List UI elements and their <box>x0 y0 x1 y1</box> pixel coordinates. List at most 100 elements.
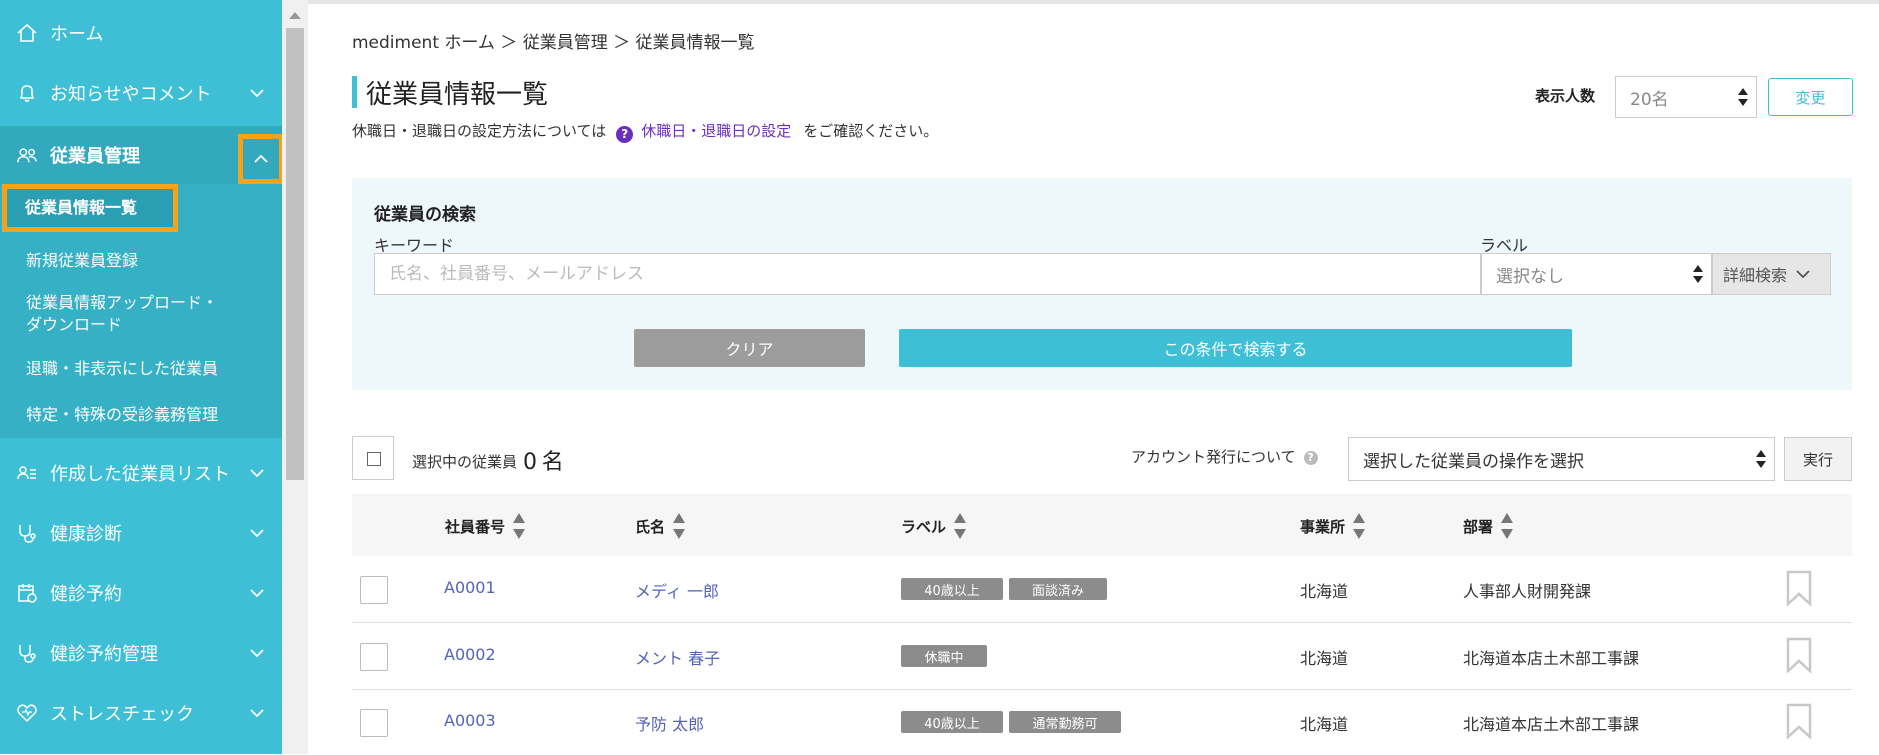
help-icon[interactable]: ? <box>1303 451 1318 465</box>
title-accent-bar <box>352 76 357 108</box>
account-issue-text: アカウント発行について <box>1131 448 1296 466</box>
chevron-down-icon <box>250 709 264 718</box>
info-prefix: 休職日・退職日の設定方法については <box>352 122 607 140</box>
calendar-icon <box>16 582 38 604</box>
account-issue-label: アカウント発行について? <box>1131 446 1318 467</box>
checkbox-mark <box>367 452 381 466</box>
change-button[interactable]: 変更 <box>1768 78 1853 116</box>
column-header-employee-id[interactable]: 社員番号 <box>445 513 526 539</box>
submenu-retired-employees[interactable]: 退職・非表示にした従業員 <box>26 358 218 380</box>
heart-icon <box>16 702 38 724</box>
chevron-up-icon <box>254 154 268 163</box>
table-row: A0003 予防 太郎 40歳以上 通常勤務可 北海道 北海道本店土木部工事課 <box>352 689 1852 755</box>
office-cell: 北海道 <box>1300 715 1349 734</box>
breadcrumb[interactable]: mediment ホーム ＞ 従業員管理 ＞ 従業員情報一覧 <box>352 28 755 53</box>
sidebar: ホーム お知らせやコメント 従業員管理 新規従業員登録 従業員情報アップロード・… <box>0 0 282 754</box>
info-suffix: をご確認ください。 <box>803 122 939 140</box>
employee-id-link[interactable]: A0003 <box>444 711 496 730</box>
sidebar-item-label: 従業員管理 <box>50 146 140 167</box>
header-label: 社員番号 <box>445 517 506 536</box>
stethoscope-icon <box>16 642 38 664</box>
display-count-label: 表示人数 <box>1535 87 1596 105</box>
sidebar-item-label: 作成した従業員リスト <box>50 464 230 485</box>
bulk-action-select[interactable]: 選択した従業員の操作を選択 <box>1348 437 1775 481</box>
search-button[interactable]: この条件で検索する <box>899 329 1572 367</box>
table-row: A0002 メント 春子 休職中 北海道 北海道本店土木部工事課 <box>352 623 1852 690</box>
info-link[interactable]: 休職日・退職日の設定 <box>641 122 791 140</box>
table-header <box>352 494 1852 556</box>
detail-search-button[interactable]: 詳細検索 <box>1712 253 1831 295</box>
bookmark-icon[interactable] <box>1786 703 1812 739</box>
submenu-new-employee[interactable]: 新規従業員登録 <box>26 250 138 272</box>
select-arrows-icon <box>1738 87 1748 107</box>
sidebar-item-health-checkup[interactable]: 健康診断 <box>0 504 282 562</box>
employee-name-link[interactable]: メント 春子 <box>635 645 720 669</box>
display-count-select[interactable]: 20名 <box>1615 76 1757 118</box>
column-header-office[interactable]: 事業所 <box>1300 513 1366 539</box>
label-tag: 休職中 <box>901 645 987 667</box>
keyword-input[interactable] <box>374 253 1481 295</box>
employee-name-link[interactable]: 予防 太郎 <box>635 711 704 735</box>
sidebar-item-reservation-management[interactable]: 健診予約管理 <box>0 624 282 682</box>
department-cell: 人事部人財開発課 <box>1463 582 1592 601</box>
sort-icon[interactable] <box>954 513 967 539</box>
sidebar-item-notifications[interactable]: お知らせやコメント <box>0 64 282 122</box>
chevron-down-icon <box>250 589 264 598</box>
sort-icon[interactable] <box>1353 513 1366 539</box>
sidebar-item-created-lists[interactable]: 作成した従業員リスト <box>0 444 282 502</box>
chevron-down-icon <box>250 469 264 478</box>
submenu-employee-list[interactable]: 従業員情報一覧 <box>2 184 178 232</box>
sort-icon[interactable] <box>513 513 526 539</box>
bookmark-icon[interactable] <box>1786 570 1812 606</box>
label-tag: 40歳以上 <box>901 578 1003 600</box>
sidebar-item-label: 健康診断 <box>50 524 122 545</box>
sidebar-item-label: ストレスチェック <box>50 704 194 725</box>
bookmark-icon[interactable] <box>1786 637 1812 673</box>
column-header-department[interactable]: 部署 <box>1463 513 1514 539</box>
label-select[interactable]: 選択なし <box>1481 253 1712 295</box>
run-button[interactable]: 実行 <box>1784 437 1852 481</box>
employee-id-link[interactable]: A0001 <box>444 578 496 597</box>
info-line: 休職日・退職日の設定方法については? 休職日・退職日の設定 をご確認ください。 <box>352 120 938 143</box>
sidebar-item-label: 健診予約管理 <box>50 644 158 665</box>
header-label: 事業所 <box>1300 517 1346 536</box>
sidebar-item-label: ホーム <box>50 24 104 45</box>
row-checkbox[interactable] <box>360 643 388 671</box>
selected-label: 選択中の従業員 <box>412 453 518 471</box>
sidebar-item-checkup-reservation[interactable]: 健診予約 <box>0 564 282 622</box>
select-all-checkbox[interactable] <box>352 436 394 480</box>
select-arrows-icon <box>1693 264 1703 284</box>
bell-icon <box>16 82 38 104</box>
department-cell: 北海道本店土木部工事課 <box>1463 715 1640 734</box>
search-title: 従業員の検索 <box>374 205 476 225</box>
collapse-button[interactable] <box>238 134 282 184</box>
table-row: A0001 メディ 一郎 40歳以上 面談済み 北海道 人事部人財開発課 <box>352 556 1852 623</box>
label-tag: 通常勤務可 <box>1009 711 1121 733</box>
clear-button[interactable]: クリア <box>634 329 865 367</box>
scroll-thumb[interactable] <box>286 28 304 480</box>
header-label: 部署 <box>1463 517 1494 536</box>
display-count-value: 20名 <box>1630 89 1669 110</box>
selected-count: 0 <box>523 450 538 475</box>
selected-unit: 名 <box>541 450 564 475</box>
column-header-name[interactable]: 氏名 <box>635 513 686 539</box>
row-checkbox[interactable] <box>360 576 388 604</box>
column-header-label[interactable]: ラベル <box>901 513 967 539</box>
home-icon <box>16 22 38 44</box>
page-title: 従業員情報一覧 <box>366 80 549 110</box>
sidebar-scrollbar[interactable] <box>282 0 308 754</box>
employee-name-link[interactable]: メディ 一郎 <box>635 578 719 602</box>
submenu-upload-download[interactable]: 従業員情報アップロード・ ダウンロード <box>26 292 218 336</box>
header-label: ラベル <box>901 517 947 536</box>
row-checkbox[interactable] <box>360 709 388 737</box>
header-label: 氏名 <box>635 517 666 536</box>
scroll-up-arrow-icon[interactable] <box>289 12 301 19</box>
employee-id-link[interactable]: A0002 <box>444 645 496 664</box>
submenu-special-exam-management[interactable]: 特定・特殊の受診義務管理 <box>26 404 218 426</box>
sidebar-item-home[interactable]: ホーム <box>0 4 282 62</box>
sidebar-item-stress-check[interactable]: ストレスチェック <box>0 684 282 742</box>
sidebar-item-label: 健診予約 <box>50 584 122 605</box>
sort-icon[interactable] <box>1501 513 1514 539</box>
office-cell: 北海道 <box>1300 649 1349 668</box>
sort-icon[interactable] <box>673 513 686 539</box>
